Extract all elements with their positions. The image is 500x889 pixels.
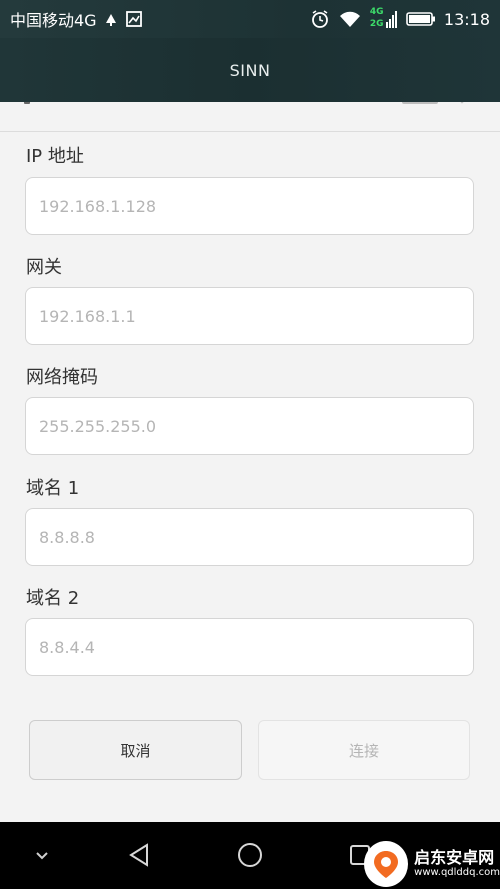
settings-form: IP 地址 网关 网络掩码 域名 1 域名 2 取消 连接 — [0, 102, 500, 822]
dns2-input[interactable] — [25, 618, 474, 676]
watermark-name: 启东安卓网 — [414, 847, 495, 867]
site-watermark: 启东安卓网 www.qdlddq.com — [364, 838, 500, 889]
connect-button-label: 连接 — [348, 741, 379, 760]
watermark-text: 启东安卓网 www.qdlddq.com — [414, 848, 500, 879]
back-button[interactable] — [124, 840, 154, 870]
title-bar: SINN — [0, 38, 500, 102]
watermark-url: www.qdlddq.com — [414, 867, 500, 879]
back-triangle-icon — [129, 843, 148, 867]
gateway-input[interactable] — [25, 287, 474, 345]
netmask-label: 网络掩码 — [26, 367, 98, 388]
battery-icon — [406, 11, 436, 27]
carrier-label: 中国移动4G — [10, 11, 97, 30]
status-right: 4G 2G 13:18 — [310, 7, 490, 31]
dns2-label: 域名 2 — [26, 588, 80, 609]
watermark-logo-icon — [364, 840, 409, 887]
clock-time: 13:18 — [443, 9, 490, 29]
dns1-label: 域名 1 — [26, 478, 80, 499]
status-left: 中国移动4G — [10, 7, 143, 31]
chevron-down-icon — [36, 852, 48, 860]
status-bar: 中国移动4G 4G 2G 13:18 — [0, 0, 500, 38]
ip-address-label: IP 地址 — [26, 146, 84, 167]
connect-button[interactable]: 连接 — [258, 720, 470, 780]
cancel-button[interactable]: 取消 — [29, 720, 242, 780]
row-value-fragment — [402, 102, 438, 104]
partially-scrolled-row[interactable] — [0, 102, 500, 132]
row-label-fragment — [24, 102, 30, 104]
home-button[interactable] — [235, 840, 265, 870]
wifi-icon — [338, 9, 362, 29]
signal-4g-label: 4G — [369, 7, 384, 17]
alarm-icon — [310, 9, 330, 29]
cancel-button-label: 取消 — [120, 741, 151, 760]
signal-2g-label: 2G — [369, 19, 384, 29]
netmask-input[interactable] — [25, 397, 474, 455]
gateway-label: 网关 — [26, 257, 62, 278]
screenshot-icon — [125, 10, 143, 28]
usb-icon — [103, 11, 119, 27]
dns1-input[interactable] — [25, 508, 474, 566]
cellular-signal-icon: 4G 2G — [370, 7, 398, 31]
chevron-right-icon — [456, 102, 468, 104]
home-circle-icon — [238, 843, 262, 867]
ip-address-input[interactable] — [25, 177, 474, 235]
hide-nav-button[interactable] — [30, 844, 54, 868]
page-title: SINN — [229, 60, 271, 80]
